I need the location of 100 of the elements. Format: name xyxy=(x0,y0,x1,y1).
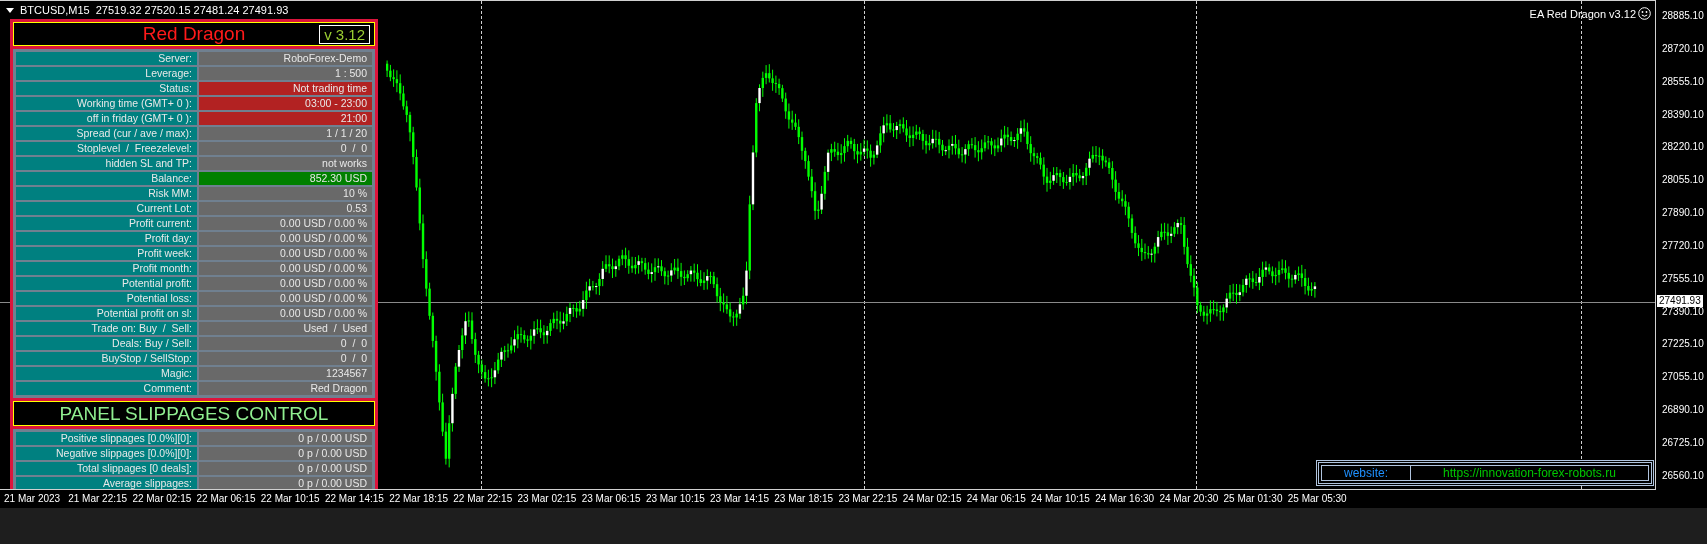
row-value: 0 / 0 xyxy=(199,352,372,365)
row-label: Spread (cur / ave / max): xyxy=(16,127,197,140)
row-label: Magic: xyxy=(16,367,197,380)
row-value: 0 / 0 xyxy=(199,142,372,155)
time-label: 23 Mar 10:15 xyxy=(645,492,706,506)
row-label: BuyStop / SellStop: xyxy=(16,352,197,365)
row-label: Leverage: xyxy=(16,67,197,80)
time-label: 24 Mar 10:15 xyxy=(1031,492,1091,506)
price-tick: 27055.10 xyxy=(1662,371,1705,384)
time-label: 22 Mar 02:15 xyxy=(132,492,193,506)
price-tick: 27225.10 xyxy=(1662,338,1705,351)
row-label: Average slippages: xyxy=(16,477,197,489)
row-value: 852.30 USD xyxy=(199,172,372,185)
row-label: Server: xyxy=(16,52,197,65)
row-value: 0.00 USD / 0.00 % xyxy=(199,307,372,320)
price-tick: 27555.10 xyxy=(1662,272,1705,285)
row-value: 03:00 - 23:00 xyxy=(199,97,372,110)
slippages-title: PANEL SLIPPAGES CONTROL xyxy=(13,401,375,426)
row-label: Comment: xyxy=(16,382,197,395)
current-price-label: 27491.93 xyxy=(1657,295,1703,307)
price-tick: 28390.10 xyxy=(1662,108,1705,121)
row-value: 0 / 0 xyxy=(199,337,372,350)
row-value: Red Dragon xyxy=(199,382,372,395)
time-label: 22 Mar 22:15 xyxy=(453,492,514,506)
row-value: 0.00 USD / 0.00 % xyxy=(199,292,372,305)
row-label: Negative slippages [0.0%][0]: xyxy=(16,447,197,460)
indicator-label: EA Red Dragon v3.12 xyxy=(1529,7,1636,20)
row-value: 21:00 xyxy=(199,112,372,125)
price-tick: 28220.10 xyxy=(1662,141,1705,154)
row-value: 0.00 USD / 0.00 % xyxy=(199,262,372,275)
row-value: 10 % xyxy=(199,187,372,200)
time-label: 23 Mar 02:15 xyxy=(517,492,578,506)
time-label: 24 Mar 02:15 xyxy=(902,492,963,506)
row-label: Stoplevel / Freezelevel: xyxy=(16,142,197,155)
row-value: 0.00 USD / 0.00 % xyxy=(199,232,372,245)
chart-prices: 27519.32 27520.15 27481.24 27491.93 xyxy=(95,4,289,16)
time-label: 22 Mar 10:15 xyxy=(260,492,321,506)
time-label: 23 Mar 22:15 xyxy=(838,492,899,506)
price-tick: 28555.10 xyxy=(1662,75,1705,88)
smiley-icon xyxy=(1638,7,1651,20)
website-link[interactable]: https://innovation-forex-robots.ru xyxy=(1411,465,1649,481)
time-label: 24 Mar 06:15 xyxy=(966,492,1027,506)
row-value: 0 p / 0.00 USD xyxy=(199,447,372,460)
row-label: Profit week: xyxy=(16,247,197,260)
website-label: website: xyxy=(1321,465,1411,481)
price-tick: 27390.10 xyxy=(1662,305,1705,318)
row-value: RoboForex-Demo xyxy=(199,52,372,65)
row-value: 0 p / 0.00 USD xyxy=(199,477,372,489)
row-label: Potential loss: xyxy=(16,292,197,305)
row-value: 1234567 xyxy=(199,367,372,380)
row-label: Positive slippages [0.0%][0]: xyxy=(16,432,197,445)
time-label: 25 Mar 01:30 xyxy=(1223,492,1284,506)
time-label: 22 Mar 18:15 xyxy=(389,492,450,506)
time-label: 21 Mar 22:15 xyxy=(68,492,129,506)
row-label: Profit day: xyxy=(16,232,197,245)
row-label: Deals: Buy / Sell: xyxy=(16,337,197,350)
row-label: Profit current: xyxy=(16,217,197,230)
time-label: 22 Mar 06:15 xyxy=(196,492,257,506)
time-label: 23 Mar 06:15 xyxy=(581,492,642,506)
row-label: Trade on: Buy / Sell: xyxy=(16,322,197,335)
version-badge: v 3.12 xyxy=(319,25,370,44)
row-value: 0.53 xyxy=(199,202,372,215)
row-value: 0 p / 0.00 USD xyxy=(199,432,372,445)
row-value: 0.00 USD / 0.00 % xyxy=(199,217,372,230)
price-tick: 26560.10 xyxy=(1662,469,1705,482)
chart-symbol: BTCUSD,M15 xyxy=(20,4,90,16)
row-label: Profit month: xyxy=(16,262,197,275)
price-tick: 28720.10 xyxy=(1662,42,1705,55)
row-value: 1 : 500 xyxy=(199,67,372,80)
row-value: 0.00 USD / 0.00 % xyxy=(199,247,372,260)
row-label: hidden SL and TP: xyxy=(16,157,197,170)
panel-title: Red Dragon xyxy=(142,23,246,45)
price-tick: 26890.10 xyxy=(1662,404,1705,417)
row-label: Potential profit: xyxy=(16,277,197,290)
price-tick: 27720.10 xyxy=(1662,239,1705,252)
time-label: 23 Mar 14:15 xyxy=(710,492,770,506)
row-label: Balance: xyxy=(16,172,197,185)
row-value: 0 p / 0.00 USD xyxy=(199,462,372,475)
dropdown-caret-icon[interactable] xyxy=(6,7,14,13)
row-value: Not trading time xyxy=(199,82,372,95)
price-tick: 28055.10 xyxy=(1662,174,1705,187)
row-label: Status: xyxy=(16,82,197,95)
row-value: 1 / 1 / 20 xyxy=(199,127,372,140)
row-label: Working time (GMT+ 0 ): xyxy=(16,97,197,110)
row-label: Risk MM: xyxy=(16,187,197,200)
price-tick: 26725.10 xyxy=(1662,436,1705,449)
time-label: 22 Mar 14:15 xyxy=(324,492,385,506)
price-tick: 27890.10 xyxy=(1662,207,1705,220)
row-value: Used / Used xyxy=(199,322,372,335)
time-label: 24 Mar 16:30 xyxy=(1095,492,1156,506)
row-label: Current Lot: xyxy=(16,202,197,215)
price-tick: 28885.10 xyxy=(1662,10,1705,22)
row-label: Potential profit on sl: xyxy=(16,307,197,320)
row-label: Total slippages [0 deals]: xyxy=(16,462,197,475)
time-label: 24 Mar 20:30 xyxy=(1159,492,1220,506)
time-label: 23 Mar 18:15 xyxy=(774,492,835,506)
row-value: 0.00 USD / 0.00 % xyxy=(199,277,372,290)
time-label: 21 Mar 2023 xyxy=(4,492,62,506)
time-label: 25 Mar 05:30 xyxy=(1287,492,1348,506)
row-value: not works xyxy=(199,157,372,170)
